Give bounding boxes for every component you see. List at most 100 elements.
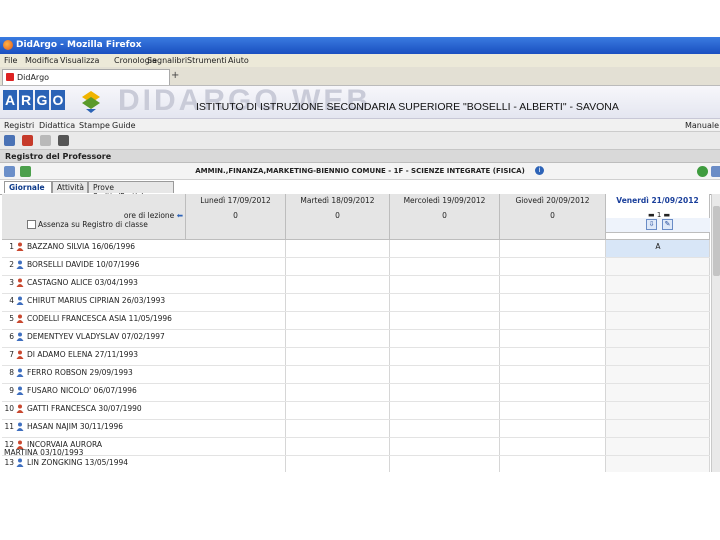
assenza-checkbox[interactable] (27, 220, 36, 229)
attendance-cell[interactable] (500, 258, 606, 275)
attendance-cell[interactable] (390, 456, 500, 472)
attendance-cell[interactable] (606, 330, 710, 347)
attendance-cell[interactable] (390, 438, 500, 455)
day-column-monday[interactable]: Lunedì 17/09/2012 0 (186, 194, 286, 240)
attendance-cell[interactable] (390, 258, 500, 275)
attendance-cell[interactable] (390, 420, 500, 437)
attendance-cell[interactable] (390, 366, 500, 383)
attendance-cell[interactable] (186, 438, 286, 455)
attendance-cell[interactable] (390, 348, 500, 365)
attendance-cell[interactable] (390, 384, 500, 401)
attendance-cell[interactable] (500, 276, 606, 293)
attendance-cell[interactable] (606, 348, 710, 365)
attendance-cell[interactable] (500, 438, 606, 455)
attendance-cell[interactable] (186, 456, 286, 472)
day-column-wednesday[interactable]: Mercoledì 19/09/2012 0 (390, 194, 500, 240)
monitor-icon[interactable] (58, 135, 69, 146)
student-name[interactable]: GATTI FRANCESCA 30/07/1990 (27, 404, 142, 413)
browser-tab-didargo[interactable]: DidArgo (2, 69, 170, 85)
student-name[interactable]: CHIRUT MARIUS CIPRIAN 26/03/1993 (27, 296, 165, 305)
attendance-cell[interactable] (186, 402, 286, 419)
attendance-cell[interactable] (186, 294, 286, 311)
student-name[interactable]: BORSELLI DAVIDE 10/07/1996 (27, 260, 139, 269)
register-icon[interactable] (4, 135, 15, 146)
attendance-cell[interactable] (606, 294, 710, 311)
student-name[interactable]: CASTAGNO ALICE 03/04/1993 (27, 278, 138, 287)
attendance-cell[interactable] (186, 330, 286, 347)
attendance-cell[interactable] (186, 276, 286, 293)
attendance-cell[interactable] (606, 402, 710, 419)
attendance-cell[interactable] (186, 312, 286, 329)
attendance-cell[interactable] (606, 384, 710, 401)
attendance-cell[interactable] (500, 456, 606, 472)
menu-segnalibri[interactable]: Segnalibri (147, 56, 187, 65)
attendance-cell[interactable] (500, 312, 606, 329)
scrollbar-thumb[interactable] (713, 206, 720, 276)
student-name[interactable]: DEMENTYEV VLADYSLAV 07/02/1997 (27, 332, 165, 341)
attendance-cell[interactable] (390, 276, 500, 293)
attendance-cell[interactable] (286, 240, 390, 257)
attendance-cell[interactable] (286, 384, 390, 401)
attendance-cell[interactable] (286, 402, 390, 419)
attendance-cell[interactable] (606, 456, 710, 472)
edit-icon[interactable]: ✎ (662, 219, 673, 230)
menu-strumenti[interactable]: Strumenti (187, 56, 227, 65)
attendance-cell[interactable] (286, 330, 390, 347)
attendance-cell[interactable] (606, 438, 710, 455)
attendance-cell[interactable] (606, 420, 710, 437)
attendance-cell[interactable] (390, 330, 500, 347)
student-name[interactable]: CODELLI FRANCESCA ASIA 11/05/1996 (27, 314, 172, 323)
attendance-cell[interactable] (186, 384, 286, 401)
attendance-cell[interactable] (286, 276, 390, 293)
day-column-thursday[interactable]: Giovedì 20/09/2012 0 (500, 194, 606, 240)
menu-didattica[interactable]: Didattica (39, 121, 75, 130)
attendance-cell[interactable] (186, 366, 286, 383)
refresh-icon[interactable] (697, 166, 708, 177)
day-column-tuesday[interactable]: Martedì 18/09/2012 0 (286, 194, 390, 240)
attendance-cell[interactable] (186, 420, 286, 437)
menu-file[interactable]: File (4, 56, 17, 65)
menu-guide[interactable]: Guide (112, 121, 136, 130)
attendance-cell[interactable] (286, 438, 390, 455)
attendance-cell[interactable] (500, 420, 606, 437)
attendance-cell[interactable] (606, 258, 710, 275)
book-icon[interactable] (22, 135, 33, 146)
menu-aiuto[interactable]: Aiuto (228, 56, 249, 65)
attendance-cell[interactable] (286, 312, 390, 329)
attendance-cell[interactable] (390, 312, 500, 329)
attendance-cell[interactable] (186, 348, 286, 365)
attendance-cell[interactable] (390, 294, 500, 311)
menu-registri[interactable]: Registri (4, 121, 34, 130)
attendance-cell[interactable] (500, 384, 606, 401)
student-name[interactable]: FERRO ROBSON 29/09/1993 (27, 368, 133, 377)
attendance-cell[interactable] (286, 366, 390, 383)
attendance-cell[interactable] (286, 258, 390, 275)
attendance-cell[interactable] (500, 240, 606, 257)
day-column-friday[interactable]: Venerdì 21/09/2012 ▬ 1 ▬ (606, 194, 710, 240)
student-name[interactable]: BAZZANO SILVIA 16/06/1996 (27, 242, 135, 251)
new-tab-button[interactable]: + (171, 70, 179, 81)
attendance-cell[interactable] (500, 330, 606, 347)
student-name[interactable]: LIN ZONGKING 13/05/1994 (27, 458, 128, 467)
attendance-cell[interactable] (186, 240, 286, 257)
menu-modifica[interactable]: Modifica (25, 56, 58, 65)
attendance-cell[interactable] (390, 240, 500, 257)
student-name[interactable]: HASAN NAJIM 30/11/1996 (27, 422, 123, 431)
attendance-cell[interactable] (500, 348, 606, 365)
menu-visualizza[interactable]: Visualizza (60, 56, 99, 65)
attendance-cell[interactable] (286, 456, 390, 472)
attendance-cell[interactable] (286, 294, 390, 311)
attendance-cell[interactable] (606, 276, 710, 293)
attendance-cell[interactable] (286, 420, 390, 437)
vertical-scrollbar[interactable] (711, 194, 720, 472)
attendance-cell[interactable] (500, 366, 606, 383)
attendance-cell[interactable] (186, 258, 286, 275)
download-icon[interactable]: ⇩ (646, 219, 657, 230)
tab-giornale[interactable]: Giornale (4, 181, 52, 193)
attendance-cell[interactable] (606, 366, 710, 383)
tab-attivita[interactable]: Attività (52, 181, 88, 193)
settings-icon[interactable] (711, 166, 720, 177)
student-name[interactable]: DI ADAMO ELENA 27/11/1993 (27, 350, 138, 359)
menu-manuale[interactable]: Manuale (685, 121, 719, 130)
student-name[interactable]: FUSARO NICOLO' 06/07/1996 (27, 386, 137, 395)
